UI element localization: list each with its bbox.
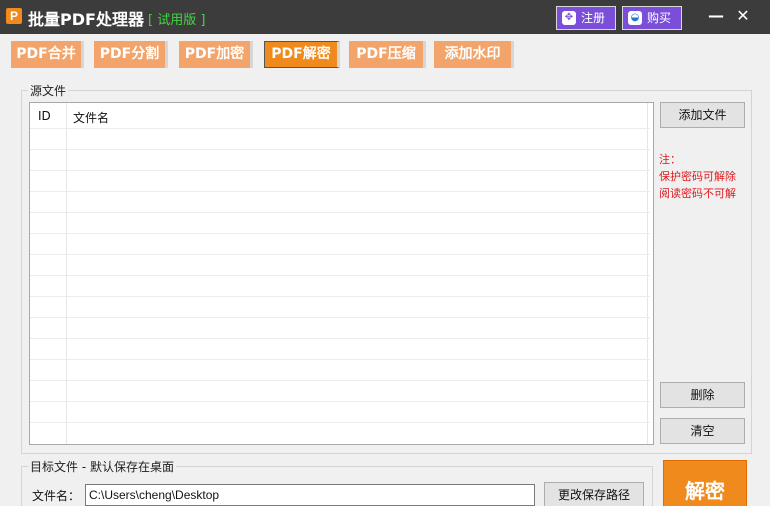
table-row xyxy=(30,401,650,402)
register-button[interactable]: ✥ 注册 xyxy=(556,6,616,30)
source-group-label: 源文件 xyxy=(28,82,69,99)
table-row xyxy=(30,254,650,255)
note-heading: 注： xyxy=(659,153,681,166)
table-row xyxy=(30,191,650,192)
column-header-filename[interactable]: 文件名 xyxy=(73,109,109,126)
buy-label: 购买 xyxy=(647,11,672,25)
delete-button[interactable]: 删除 xyxy=(660,382,745,408)
register-icon: ✥ xyxy=(562,11,576,25)
column-divider xyxy=(647,103,648,444)
table-row xyxy=(30,359,650,360)
minimize-button[interactable]: — xyxy=(706,5,726,27)
tab-pdf-compress[interactable]: PDF压缩 xyxy=(349,41,426,68)
table-row xyxy=(30,338,650,339)
table-row xyxy=(30,422,650,423)
note-line-2: 阅读密码不可解 xyxy=(659,187,736,200)
note-line-1: 保护密码可解除 xyxy=(659,170,736,183)
clear-button[interactable]: 清空 xyxy=(660,418,745,444)
table-row xyxy=(30,233,650,234)
tab-add-watermark[interactable]: 添加水印 xyxy=(434,41,514,68)
main-panel: PDF合并 PDF分割 PDF加密 PDF解密 PDF压缩 添加水印 源文件 I… xyxy=(0,34,770,506)
target-group-label: 目标文件 - 默认保存在桌面 xyxy=(28,458,176,475)
register-label: 注册 xyxy=(581,11,606,25)
add-file-button[interactable]: 添加文件 xyxy=(660,102,745,128)
save-path-input[interactable] xyxy=(85,484,535,506)
buy-button[interactable]: ◒ 购买 xyxy=(622,6,682,30)
tab-pdf-merge[interactable]: PDF合并 xyxy=(11,41,84,68)
file-list-table[interactable]: ID 文件名 xyxy=(29,102,654,445)
tab-pdf-decrypt[interactable]: PDF解密 xyxy=(264,41,340,68)
tab-pdf-split[interactable]: PDF分割 xyxy=(94,41,168,68)
filename-label: 文件名： xyxy=(32,489,81,503)
title-bar: P 批量PDF处理器 [ 试用版 ] ✥ 注册 ◒ 购买 — ✕ xyxy=(0,0,770,34)
tab-pdf-encrypt[interactable]: PDF加密 xyxy=(179,41,253,68)
change-save-path-button[interactable]: 更改保存路径 xyxy=(544,482,644,506)
column-divider xyxy=(66,103,67,444)
table-row xyxy=(30,317,650,318)
table-row xyxy=(30,275,650,276)
decrypt-button[interactable]: 解密 xyxy=(663,460,747,506)
table-row xyxy=(30,149,650,150)
cart-icon: ◒ xyxy=(628,11,642,25)
column-header-id[interactable]: ID xyxy=(38,109,51,123)
table-row xyxy=(30,296,650,297)
table-row xyxy=(30,380,650,381)
table-row xyxy=(30,170,650,171)
close-button[interactable]: ✕ xyxy=(733,5,753,27)
trial-badge: [ 试用版 ] xyxy=(148,13,206,28)
note-text: 注： 保护密码可解除 阅读密码不可解 xyxy=(659,151,736,202)
table-row xyxy=(30,212,650,213)
app-logo-icon: P xyxy=(6,8,22,24)
app-title: 批量PDF处理器 xyxy=(28,10,144,29)
table-row xyxy=(30,128,650,129)
